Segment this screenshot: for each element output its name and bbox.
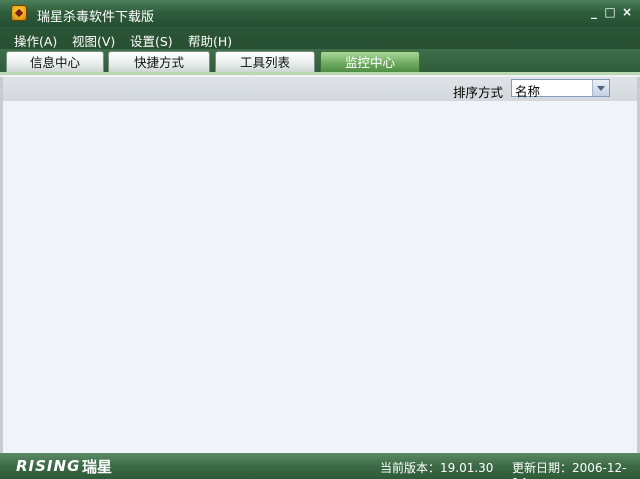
menu-help[interactable]: 帮助(H) [188, 31, 232, 50]
sort-label: 排序方式 [453, 85, 504, 100]
close-button[interactable]: × [619, 4, 635, 21]
menu-operate[interactable]: 操作(A) [14, 31, 57, 50]
tab-strip [0, 72, 640, 75]
sort-dropdown[interactable]: 名称 [511, 79, 610, 99]
minimize-button[interactable]: _ [586, 4, 602, 21]
rising-logo-cn: 瑞星 [82, 458, 113, 476]
chevron-down-icon[interactable] [592, 80, 609, 96]
tab-shortcuts[interactable]: 快捷方式 [108, 51, 210, 73]
status-bar: RISING 瑞星 当前版本：19.01.30 更新日期：2006-12-14 [0, 453, 640, 479]
app-window: 瑞星杀毒软件下载版 _ □ × 操作(A) 视图(V) 设置(S) 帮助(H) … [0, 0, 640, 479]
menu-bar: 操作(A) 视图(V) 设置(S) 帮助(H) [0, 27, 640, 49]
menu-view[interactable]: 视图(V) [72, 31, 115, 50]
tab-info-center[interactable]: 信息中心 [6, 51, 104, 73]
menu-settings[interactable]: 设置(S) [130, 31, 173, 50]
maximize-button[interactable]: □ [602, 4, 618, 21]
tab-tool-list[interactable]: 工具列表 [215, 51, 315, 73]
monitor-content-area[interactable] [3, 101, 637, 453]
tab-monitor-center[interactable]: 监控中心 [320, 51, 420, 73]
rising-logo: RISING [16, 457, 81, 475]
rising-lion-icon[interactable] [11, 5, 27, 21]
current-version: 当前版本：19.01.30 [380, 461, 494, 475]
title-bar[interactable]: 瑞星杀毒软件下载版 _ □ × [0, 0, 640, 27]
sort-selected-value: 名称 [515, 84, 541, 99]
update-date: 更新日期：2006-12-14 [512, 461, 627, 479]
sort-toolbar: 排序方式 名称 [3, 77, 637, 101]
window-title: 瑞星杀毒软件下载版 [37, 10, 155, 25]
